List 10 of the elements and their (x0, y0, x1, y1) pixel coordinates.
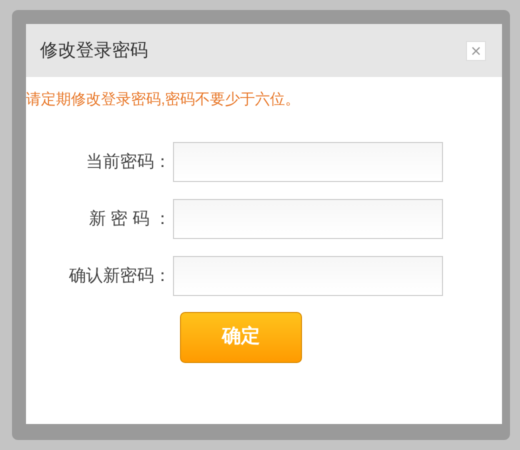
confirm-button[interactable]: 确定 (180, 312, 302, 362)
password-field[interactable] (173, 198, 443, 238)
instruction-text: 请定期修改登录密码,密码不要少于六位。 (26, 90, 302, 110)
field-label: 确认新密码： (68, 264, 172, 287)
field-label: 新 密 码 ： (88, 208, 172, 230)
password-field[interactable] (173, 256, 443, 296)
password-field[interactable] (173, 142, 443, 182)
field-label: 当前密码： (85, 150, 172, 173)
dialog-title: 修改登录密码 (40, 39, 148, 62)
close-button[interactable]: × (466, 40, 486, 60)
